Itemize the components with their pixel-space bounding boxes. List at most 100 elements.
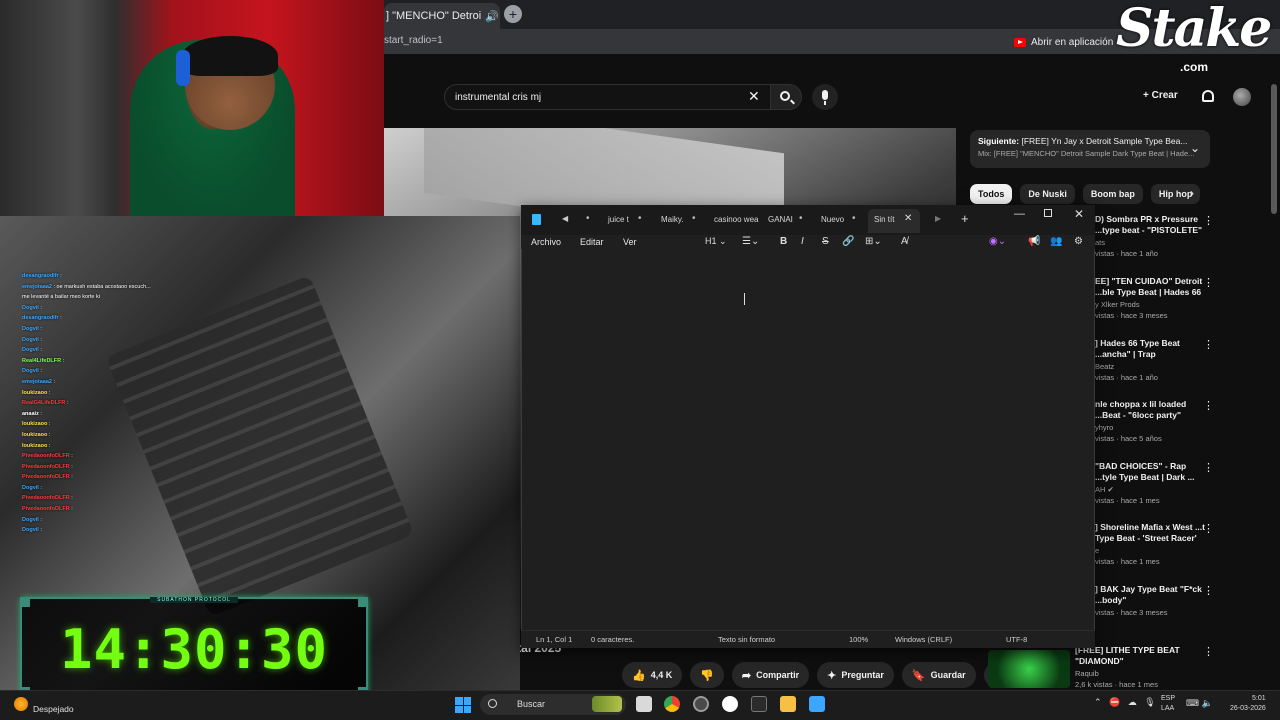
status-char-count: 0 caracteres. [591,635,635,644]
chat-message: Dogvil : [22,324,192,335]
notepad-tab[interactable]: GANAI [768,215,793,224]
minimize-button[interactable]: — [1014,208,1025,220]
recommendation-item[interactable]: [FREE] LITHE TYPE BEAT "DIAMOND" Raquib … [1075,645,1205,689]
list-icon[interactable]: ☰⌄ [742,236,759,247]
status-format[interactable]: Texto sin formato [718,635,775,644]
recommendation-item[interactable]: D) Sombra PR x Pressure ...type beat - "… [1095,214,1205,258]
recommendation-item[interactable]: EE] "TEN CUIDAO" Detroit ...ble Type Bea… [1095,276,1205,320]
url-text[interactable]: start_radio=1 [384,35,443,46]
avatar[interactable] [1233,88,1251,106]
recommendation-item[interactable]: ] Hades 66 Type Beat ...ancha" | Trap In… [1095,338,1205,382]
clock-time[interactable]: 5:01 [1252,695,1266,702]
media-player-icon[interactable] [722,696,738,712]
browser-tab-active[interactable]: ] "MENCHO" Detroi 🔊 × [384,3,500,29]
chevron-right-icon[interactable]: › [1190,186,1194,200]
kebab-menu-icon[interactable]: ⋮ [1203,461,1214,474]
tab-scroll-left-icon[interactable]: ◀ [562,214,568,223]
chrome-icon[interactable] [664,696,680,712]
notepad-text-area[interactable] [522,252,1094,627]
up-next-panel[interactable]: Siguiente: [FREE] Yn Jay x Detroit Sampl… [970,130,1210,168]
recommendation-thumbnail[interactable] [988,650,1070,688]
recommendation-item[interactable]: "BAD CHOICES" - Rap ...tyle Type Beat | … [1095,461,1205,505]
new-tab-button[interactable]: + [961,211,969,226]
kebab-menu-icon[interactable]: ⋮ [1203,338,1214,351]
weather-sun-icon[interactable] [14,697,28,711]
recommendation-title: ] Shoreline Mafia x West ...t Type Beat … [1095,522,1205,543]
ask-button[interactable]: ✦ Preguntar [817,662,894,688]
notepad-tab[interactable]: juice t [608,215,629,224]
strikethrough-icon[interactable]: S [822,236,829,247]
dislike-button[interactable]: 👎 [690,662,724,688]
chat-username: emejotaaa2 [22,283,52,290]
notepad-taskbar-icon[interactable] [809,696,825,712]
heading-dropdown[interactable]: H1 ⌄ [705,236,727,247]
table-icon[interactable]: ⊞⌄ [865,236,882,247]
chat-username: Dogvil [22,484,39,491]
copilot-icon[interactable]: ◉⌄ [989,236,1006,247]
capcut-icon[interactable] [751,696,767,712]
network-icon[interactable]: ⌨ 🔈 [1186,698,1213,709]
open-in-app-button[interactable]: Abrir en aplicación [1014,33,1113,51]
close-tab-icon[interactable]: ✕ [904,213,912,224]
maximize-button[interactable] [1044,209,1052,217]
clear-search-icon[interactable]: ✕ [748,88,760,105]
gear-icon[interactable]: ⚙ [1074,236,1083,247]
notepad-tab[interactable]: Maiky. [661,215,684,224]
status-zoom[interactable]: 100% [849,635,868,644]
kebab-menu-icon[interactable]: ⋮ [1203,584,1214,597]
kebab-menu-icon[interactable]: ⋮ [1203,399,1214,412]
bold-icon[interactable]: B [780,236,787,247]
clear-format-icon[interactable]: A̸ [901,236,908,247]
search-button[interactable] [770,84,802,110]
chip-todos[interactable]: Todos [970,184,1013,204]
search-icon [780,91,790,101]
weather-text[interactable]: Despejado [33,704,74,714]
menu-archivo[interactable]: Archivo [531,237,561,247]
kebab-menu-icon[interactable]: ⋮ [1203,645,1214,658]
profile-icon[interactable]: 👥 [1050,236,1062,247]
close-window-button[interactable]: ✕ [1074,207,1084,221]
notepad-tab[interactable]: Nuevo [821,215,844,224]
like-button[interactable]: 👍 4,4 K [622,662,683,688]
clock-date[interactable]: 26-03-2026 [1230,705,1266,712]
chat-message: PivedaoonfoDLFR : [22,472,192,483]
start-button[interactable] [455,697,471,713]
italic-icon[interactable]: I [801,236,804,247]
task-view-icon[interactable] [636,696,652,712]
kebab-menu-icon[interactable]: ⋮ [1203,522,1214,535]
notifications-bell-icon[interactable] [1202,90,1214,102]
status-line-ending[interactable]: Windows (CRLF) [895,635,952,644]
chip-boom-bap[interactable]: Boom bap [1082,184,1143,204]
tab-scroll-right-icon[interactable]: ▶ [935,214,941,223]
status-encoding[interactable]: UTF-8 [1006,635,1027,644]
system-tray[interactable]: ⌃ ⛔ ☁ 🎙 [1094,697,1156,708]
save-button[interactable]: 🔖 Guardar [901,662,976,688]
link-icon[interactable]: 🔗 [842,236,854,247]
language-indicator[interactable]: ESP [1161,695,1175,702]
audio-icon[interactable]: 🔊 [485,10,499,23]
recommendation-item[interactable]: ] BAK Jay Type Beat "F*ck ...body" vista… [1095,584,1205,617]
chip-de-nuski[interactable]: De Nuski [1020,184,1075,204]
search-input[interactable]: instrumental cris mj [444,84,774,110]
notepad-tab[interactable]: casinoo wea [714,215,758,224]
recommendation-meta: vistas · hace 3 meses [1095,608,1168,617]
page-scrollbar[interactable] [1271,84,1277,214]
chevron-down-icon[interactable]: ⌄ [1190,141,1200,155]
announce-icon[interactable]: 📢 [1028,236,1040,247]
voice-search-button[interactable] [812,84,838,110]
settings-app-icon[interactable] [693,696,709,712]
file-explorer-icon[interactable] [780,696,796,712]
share-button[interactable]: ➦ Compartir [731,662,810,688]
chat-message: loukizaoo : [22,441,192,452]
chat-text: : [40,304,42,311]
recommendation-item[interactable]: nle choppa x lil loaded ...Beat - "6locc… [1095,399,1205,443]
new-tab-button[interactable]: + [504,5,522,23]
recommendation-channel: y Xlker Prods [1095,300,1140,309]
keyboard-layout-indicator[interactable]: LAA [1161,705,1174,712]
menu-editar[interactable]: Editar [580,237,604,247]
menu-ver[interactable]: Ver [623,237,637,247]
kebab-menu-icon[interactable]: ⋮ [1203,276,1214,289]
kebab-menu-icon[interactable]: ⋮ [1203,214,1214,227]
create-button[interactable]: + Crear [1143,90,1178,101]
recommendation-item[interactable]: ] Shoreline Mafia x West ...t Type Beat … [1095,522,1205,566]
